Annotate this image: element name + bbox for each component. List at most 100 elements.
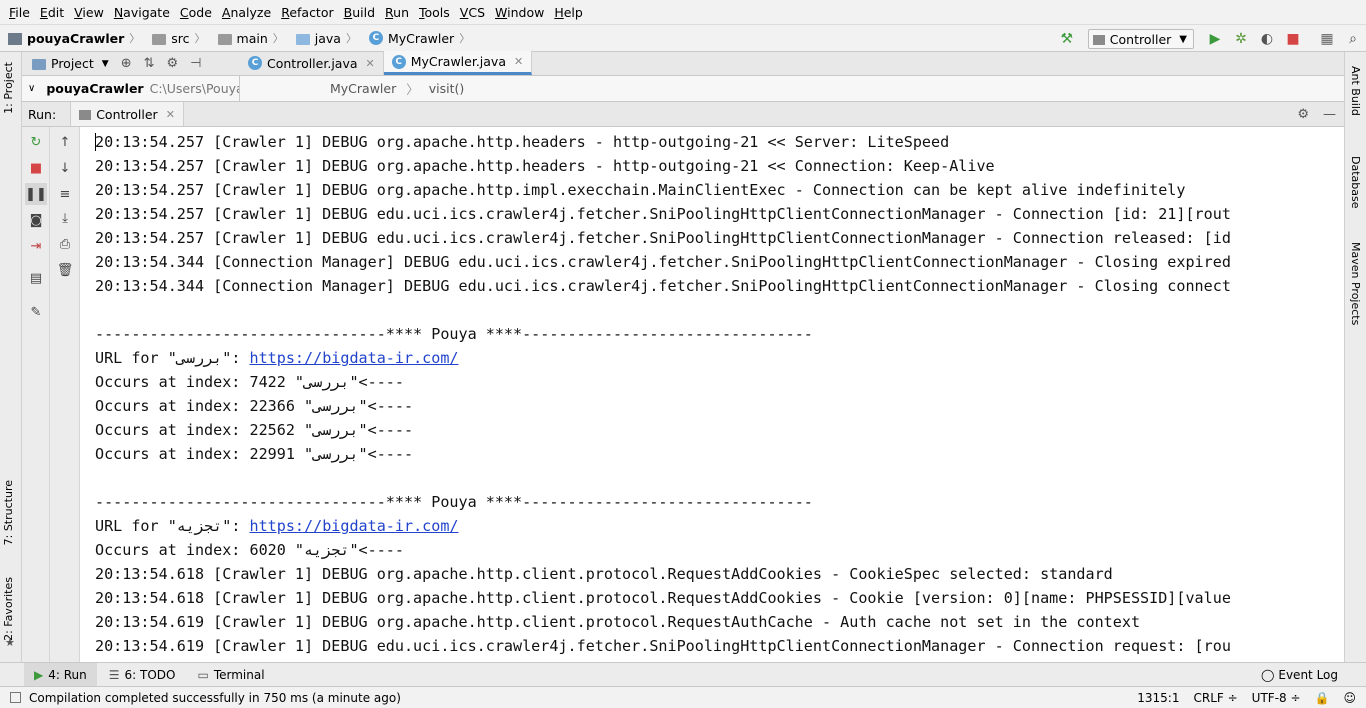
breadcrumb-class[interactable]: C MyCrawler 〉 bbox=[361, 24, 474, 52]
pause-icon[interactable]: ❚❚ bbox=[25, 183, 47, 205]
lock-icon[interactable]: 🔒 bbox=[1315, 691, 1330, 705]
trash-icon[interactable]: 🗑 bbox=[54, 259, 76, 281]
menu-analyze[interactable]: Analyze bbox=[217, 5, 276, 20]
run-tab-controller[interactable]: Controller ✕ bbox=[70, 102, 184, 126]
status-toggle-icon[interactable] bbox=[10, 692, 21, 703]
event-log-button[interactable]: ◯ Event Log bbox=[1261, 663, 1338, 687]
caret-position[interactable]: 1315:1 bbox=[1137, 691, 1179, 705]
target-icon[interactable]: ⊕ bbox=[121, 56, 132, 71]
navigation-bar: pouyaCrawler 〉 src 〉 main 〉 java 〉 C MyC… bbox=[0, 24, 1366, 52]
tool-tab-run[interactable]: ▶ 4: Run bbox=[24, 662, 97, 687]
inspector-icon[interactable]: ☺ bbox=[1343, 691, 1356, 705]
debug-icon[interactable]: ✲ bbox=[1228, 27, 1254, 51]
run-icon[interactable]: ▶ bbox=[1202, 27, 1228, 51]
menu-edit[interactable]: Edit bbox=[35, 5, 69, 20]
console-line: --------------------------------**** Pou… bbox=[95, 493, 813, 511]
build-hammer-icon[interactable]: ⚒ bbox=[1054, 27, 1080, 51]
breadcrumb-src[interactable]: src 〉 bbox=[144, 24, 209, 52]
tool-tab-terminal[interactable]: ▭ Terminal bbox=[187, 663, 274, 687]
menu-build[interactable]: Build bbox=[339, 5, 380, 20]
pin-icon[interactable]: ✎ bbox=[25, 301, 47, 323]
tab-mycrawler-java[interactable]: C MyCrawler.java ✕ bbox=[383, 51, 533, 75]
console-output[interactable]: 20:13:54.257 [Crawler 1] DEBUG org.apach… bbox=[80, 127, 1344, 662]
tool-tab-database[interactable]: Database bbox=[1349, 156, 1362, 209]
editor-tabs: C Controller.java ✕ C MyCrawler.java ✕ bbox=[240, 51, 1344, 76]
menu-window[interactable]: Window bbox=[490, 5, 549, 20]
search-icon[interactable]: ⌕ bbox=[1340, 27, 1366, 51]
tool-tab-label: 4: Run bbox=[48, 667, 87, 682]
breadcrumb-label: MyCrawler bbox=[387, 30, 455, 46]
right-tool-stripe: Ant Build Database Maven Projects bbox=[1344, 52, 1366, 662]
arrow-up-icon[interactable]: ↑ bbox=[54, 131, 76, 153]
close-icon[interactable]: ✕ bbox=[166, 108, 175, 121]
stop-icon[interactable]: ■ bbox=[25, 157, 47, 179]
stop-icon[interactable]: ■ bbox=[1280, 27, 1306, 51]
arrow-down-icon[interactable]: ↓ bbox=[54, 157, 76, 179]
hide-icon[interactable]: ⊣ bbox=[190, 56, 201, 71]
module-icon bbox=[8, 33, 22, 45]
breadcrumb-label: java bbox=[314, 30, 341, 46]
folder-icon bbox=[295, 33, 310, 45]
chevron-down-icon[interactable]: ▼ bbox=[102, 59, 109, 69]
coverage-icon[interactable]: ◐ bbox=[1254, 27, 1280, 51]
menu-help[interactable]: Help bbox=[549, 5, 588, 20]
console-line: --------------------------------**** Pou… bbox=[95, 325, 813, 343]
exit-icon[interactable]: ⇥ bbox=[25, 235, 47, 257]
editor-crumb-method[interactable]: visit() bbox=[429, 81, 465, 96]
close-icon[interactable]: ✕ bbox=[366, 57, 375, 70]
tool-tab-ant-build[interactable]: Ant Build bbox=[1349, 66, 1362, 116]
tool-tab-label: Terminal bbox=[213, 667, 265, 682]
menu-tools[interactable]: Tools bbox=[414, 5, 455, 20]
tool-tab-maven[interactable]: Maven Projects bbox=[1349, 242, 1362, 325]
run-toolbar-secondary: ↑ ↓ ≡ ⤓ ⎙ 🗑 bbox=[50, 127, 80, 662]
menu-run[interactable]: Run bbox=[380, 5, 414, 20]
chevron-right-icon: 〉 bbox=[406, 82, 419, 97]
rerun-icon[interactable]: ↻ bbox=[25, 131, 47, 153]
tab-controller-java[interactable]: C Controller.java ✕ bbox=[240, 51, 384, 75]
menu-view[interactable]: View bbox=[69, 5, 109, 20]
breadcrumb-label: src bbox=[171, 30, 190, 46]
minimize-icon[interactable]: — bbox=[1323, 107, 1336, 122]
line-separator[interactable]: CRLF ÷ bbox=[1193, 691, 1237, 705]
chevron-right-icon: 〉 bbox=[129, 32, 141, 45]
console-line: 20:13:54.257 [Crawler 1] DEBUG edu.uci.i… bbox=[95, 205, 1231, 223]
tool-tab-project[interactable]: 1: Project bbox=[2, 62, 15, 114]
console-link[interactable]: https://bigdata-ir.com/ bbox=[250, 517, 459, 535]
close-icon[interactable]: ✕ bbox=[514, 55, 523, 68]
tab-label: MyCrawler.java bbox=[410, 54, 506, 69]
print-icon[interactable]: ⎙ bbox=[54, 233, 76, 255]
file-encoding[interactable]: UTF-8 ÷ bbox=[1252, 691, 1301, 705]
console-line: Occurs at index: 22991 "بررسی"<---- bbox=[95, 445, 414, 463]
folder-icon bbox=[152, 33, 167, 45]
project-view-label[interactable]: Project bbox=[51, 56, 94, 71]
project-tree-root[interactable]: ∨ pouyaCrawler C:\Users\Pouya\D bbox=[22, 76, 240, 101]
menu-file[interactable]: File bbox=[4, 5, 35, 20]
tool-tab-todo[interactable]: ☰ 6: TODO bbox=[99, 663, 186, 687]
event-log-label: Event Log bbox=[1278, 668, 1338, 682]
gear-icon[interactable]: ⚙ bbox=[167, 56, 179, 71]
editor-crumb-class[interactable]: MyCrawler bbox=[330, 81, 396, 96]
menu-vcs[interactable]: VCS bbox=[455, 5, 490, 20]
camera-icon[interactable]: ◙ bbox=[25, 209, 47, 231]
menu-refactor[interactable]: Refactor bbox=[276, 5, 338, 20]
console-link[interactable]: https://bigdata-ir.com/ bbox=[250, 349, 459, 367]
folder-icon bbox=[217, 33, 232, 45]
menu-code[interactable]: Code bbox=[175, 5, 217, 20]
project-structure-icon[interactable]: ▦ bbox=[1314, 27, 1340, 51]
breadcrumb-project[interactable]: pouyaCrawler 〉 bbox=[0, 24, 144, 52]
tool-tab-structure[interactable]: 7: Structure bbox=[2, 480, 15, 545]
event-log-icon: ◯ bbox=[1260, 668, 1275, 682]
chevron-down-icon[interactable]: ∨ bbox=[28, 83, 35, 94]
breadcrumb-java[interactable]: java 〉 bbox=[288, 24, 361, 52]
gear-icon[interactable]: ⚙ bbox=[1297, 107, 1309, 122]
scroll-to-end-icon[interactable]: ⤓ bbox=[54, 207, 76, 229]
tool-tab-favorites[interactable]: 2: Favorites bbox=[2, 577, 15, 641]
soft-wrap-icon[interactable]: ≡ bbox=[54, 183, 76, 205]
collapse-icon[interactable]: ⇅ bbox=[144, 56, 155, 71]
menu-navigate[interactable]: Navigate bbox=[109, 5, 175, 20]
console-line: Occurs at index: 7422 "بررسی"<---- bbox=[95, 373, 404, 391]
breadcrumb-main[interactable]: main 〉 bbox=[210, 24, 288, 52]
tab-label: Controller.java bbox=[267, 55, 358, 71]
layout-icon[interactable]: ▤ bbox=[25, 267, 47, 289]
run-config-dropdown[interactable]: Controller ▼ bbox=[1087, 29, 1194, 49]
